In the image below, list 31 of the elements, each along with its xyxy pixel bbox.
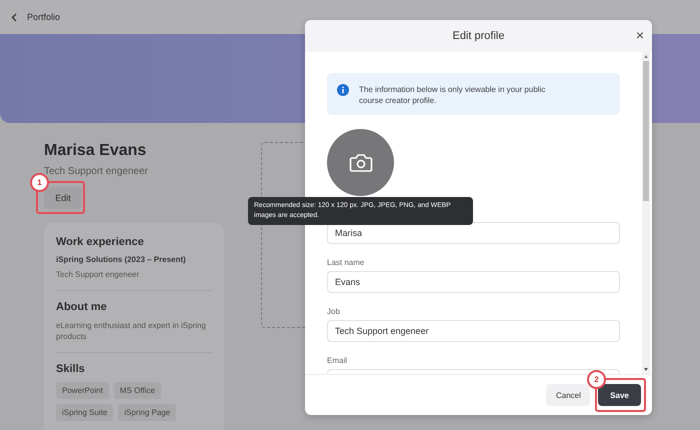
section-heading: Skills: [56, 363, 86, 375]
input-field[interactable]: Marisa: [327, 222, 620, 244]
edit-button[interactable]: Edit: [44, 187, 82, 209]
scrollbar-thumb[interactable]: [643, 61, 649, 201]
input-field[interactable]: Evans: [327, 271, 620, 293]
back-icon[interactable]: [11, 12, 17, 22]
field-label: Last name: [327, 258, 366, 267]
skill-tag: iSpring Suite: [56, 404, 114, 421]
scroll-down-arrow[interactable]: [644, 368, 648, 371]
role-text: Tech Support engeneer: [56, 269, 140, 280]
save-button[interactable]: Save: [598, 384, 641, 406]
field-label: Email: [327, 356, 348, 365]
cancel-button[interactable]: Cancel: [546, 384, 590, 406]
page-title: Portfolio: [27, 12, 60, 22]
section-heading: Work experience: [56, 236, 145, 248]
about-text: eLearning enthusiast and expert in iSpring products: [56, 320, 207, 342]
skill-tag: iSpring Page: [118, 404, 176, 421]
camera-icon: [348, 152, 372, 172]
skill-tag: MS Office: [114, 382, 161, 399]
company-text: iSpring Solutions (2023 – Present): [56, 255, 187, 264]
skill-tag: PowerPoint: [56, 382, 109, 399]
info-text: The information below is only viewable in your public course creator profile.: [359, 84, 546, 106]
scroll-up-arrow[interactable]: [644, 55, 648, 58]
info-icon: [337, 84, 349, 96]
dialog-title: Edit profile: [452, 30, 504, 42]
input-field[interactable]: Tech Support engeneer: [327, 320, 620, 342]
field-label: Job: [327, 307, 341, 316]
section-heading: About me: [56, 301, 108, 313]
step-number-badge: 1: [30, 173, 49, 192]
close-button[interactable]: ×: [636, 28, 644, 42]
profile-name: Marisa Evans: [44, 142, 148, 160]
